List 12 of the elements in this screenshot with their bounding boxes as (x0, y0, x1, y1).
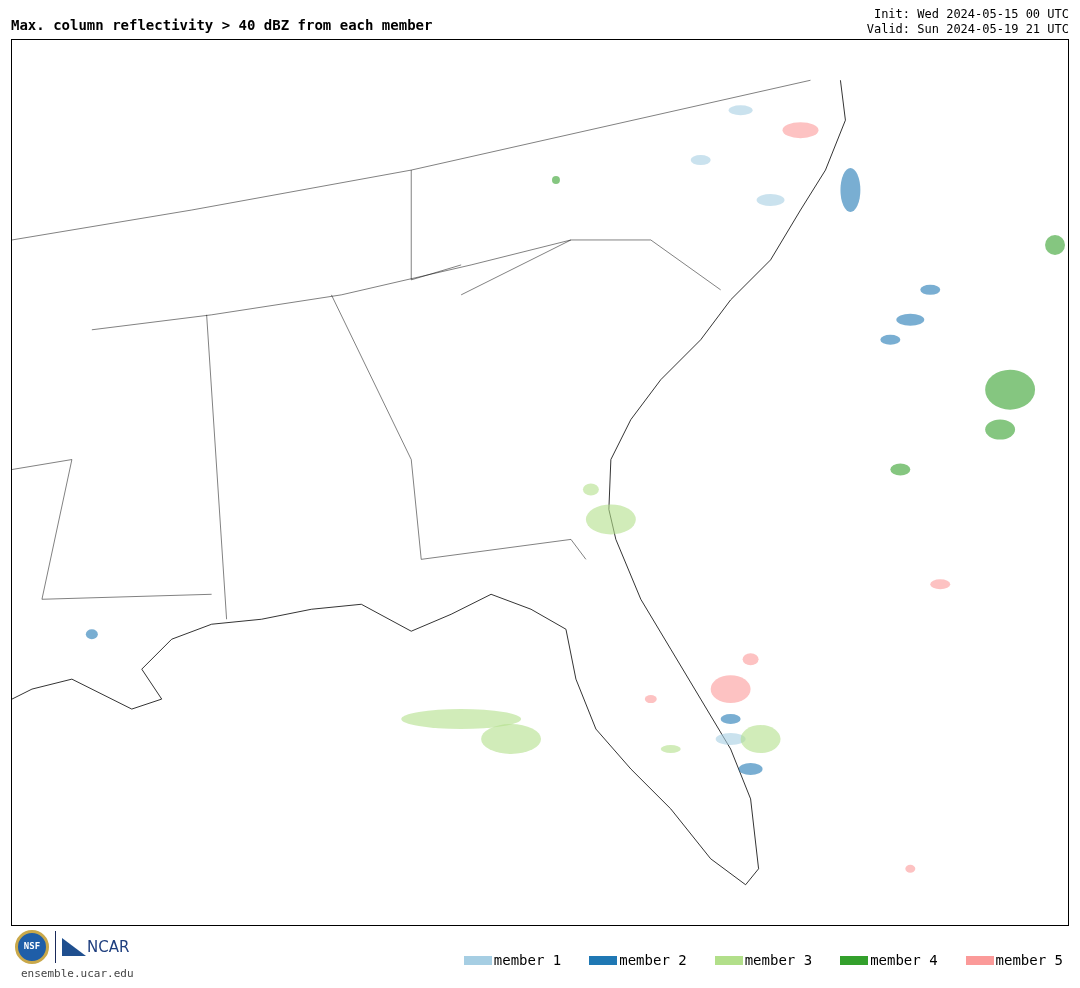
triangle-logo-icon (62, 938, 86, 956)
legend-label: member 3 (744, 950, 813, 970)
nsf-logo: NSF (15, 930, 49, 964)
run-time-label: Valid: Sun 2024-05-19 21 UTC (866, 22, 1069, 37)
ncar-logo-text: NCAR (87, 936, 130, 958)
legend-label: member 1 (493, 950, 562, 970)
website-label: ensemble.ucar.edu (20, 966, 134, 982)
run-time-label: Init: Wed 2024-05-15 00 UTC (873, 7, 1069, 22)
map-title: Max. column reflectivity > 40 dBZ from each member (11, 16, 433, 34)
legend-label: member 4 (870, 950, 938, 970)
legend-label: member 2 (619, 950, 687, 970)
legend-label: member 5 (995, 950, 1063, 970)
